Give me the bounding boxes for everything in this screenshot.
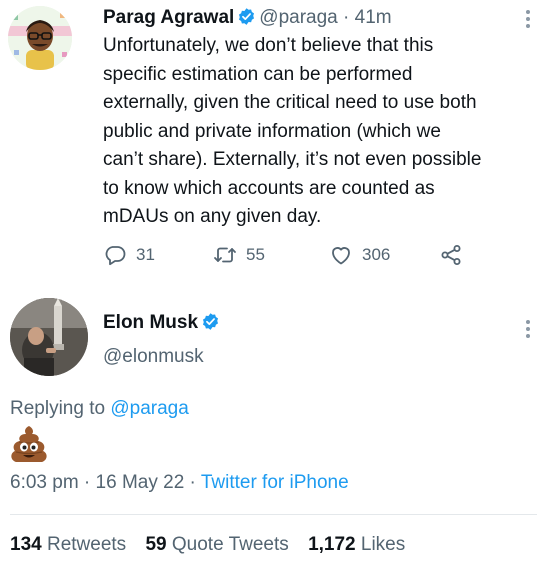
author-handle[interactable]: @paraga xyxy=(259,7,337,28)
retweets-label: Retweets xyxy=(46,534,127,555)
reply-author-handle[interactable]: @elonmusk xyxy=(103,346,204,368)
reply-author-row: Elon Musk xyxy=(103,312,223,334)
pile-of-poo-emoji xyxy=(11,426,47,462)
author-name[interactable]: Parag Agrawal xyxy=(103,7,234,28)
like-button[interactable]: 306 xyxy=(329,243,390,267)
more-icon[interactable] xyxy=(525,320,531,338)
likes-stat[interactable]: 1,172 Likes xyxy=(308,534,405,555)
verified-badge-icon xyxy=(202,313,219,330)
tweet-text-line: externally, given the critical need to u… xyxy=(103,92,477,113)
reply-author-name[interactable]: Elon Musk xyxy=(103,312,198,333)
tweet-time[interactable]: 41m xyxy=(355,7,392,28)
posted-date[interactable]: 16 May 22 xyxy=(96,472,185,493)
divider xyxy=(10,514,537,515)
quote-tweets-stat[interactable]: 59 Quote Tweets xyxy=(145,534,288,555)
tweet-text-line: can’t share). Externally, it’s not even … xyxy=(103,149,482,170)
tweet-text: Unfortunately, we don’t believe that thi… xyxy=(103,32,533,232)
time-separator: · xyxy=(343,7,350,28)
reply-icon xyxy=(105,246,126,266)
replying-to-label: Replying to xyxy=(10,398,106,419)
tweet-source[interactable]: Twitter for iPhone xyxy=(201,472,349,493)
tweet-stats: 134 Retweets 59 Quote Tweets 1,172 Likes xyxy=(10,534,419,556)
parent-tweet: Parag Agrawal @paraga · 41m Unfortunately… xyxy=(0,0,547,290)
tweet-text-line: to know which accounts are counted as xyxy=(103,177,435,199)
retweet-button[interactable]: 55 xyxy=(213,243,265,267)
tweet-text-line: mDAUs on any given day. xyxy=(103,206,322,227)
replying-to-mention[interactable]: @paraga xyxy=(110,398,188,419)
likes-count: 1,172 xyxy=(308,534,356,555)
tweet-header: Parag Agrawal @paraga · 41m xyxy=(103,4,392,32)
reply-button[interactable]: 31 xyxy=(103,243,155,267)
tweet-text-line: public and private information (which we xyxy=(103,120,441,142)
quote-tweets-count: 59 xyxy=(145,534,167,555)
posted-time[interactable]: 6:03 pm xyxy=(10,472,79,493)
tweet-text-line: Unfortunately, we don’t believe that thi… xyxy=(103,35,434,56)
retweets-count: 134 xyxy=(10,534,42,555)
retweets-stat[interactable]: 134 Retweets xyxy=(10,534,126,555)
tweet-text-line: specific estimation can be performed xyxy=(103,63,413,85)
retweet-count: 55 xyxy=(246,245,265,264)
verified-badge-icon xyxy=(239,8,255,25)
tweet-meta: 6:03 pm · 16 May 22 · Twitter for iPhone xyxy=(10,472,349,493)
tweet-actions: 31 55 306 xyxy=(103,243,483,271)
avatar-parag[interactable] xyxy=(8,6,72,70)
quote-tweets-label: Quote Tweets xyxy=(171,534,289,555)
share-button[interactable] xyxy=(439,243,472,267)
more-icon[interactable] xyxy=(525,10,531,28)
avatar-elon[interactable] xyxy=(10,298,88,376)
likes-label: Likes xyxy=(360,534,406,555)
replying-to: Replying to @paraga xyxy=(10,398,189,420)
reply-count: 31 xyxy=(136,245,155,264)
like-count: 306 xyxy=(362,245,391,264)
share-icon xyxy=(441,245,461,265)
heart-icon xyxy=(332,247,350,265)
retweet-icon xyxy=(214,247,236,263)
